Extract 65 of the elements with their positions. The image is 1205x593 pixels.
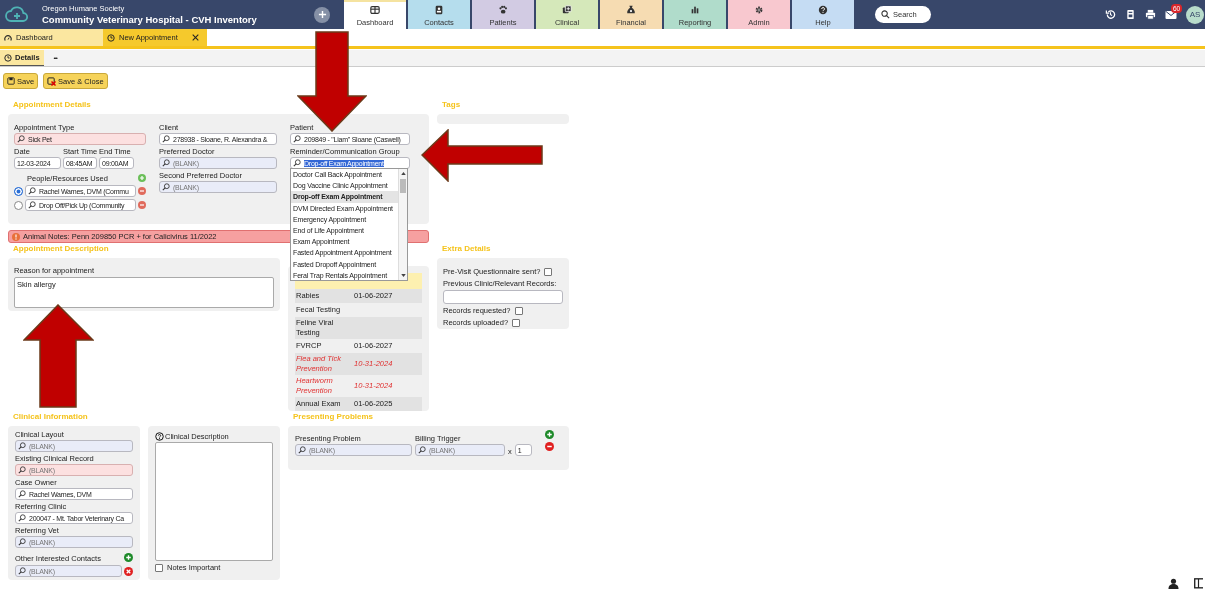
input-field[interactable] [443, 290, 563, 304]
section-heading: Appointment Description [13, 243, 110, 254]
search-icon [28, 201, 36, 209]
window-icon [370, 4, 380, 15]
search-icon [18, 466, 26, 474]
clinical-icon [562, 4, 572, 15]
remove-icon[interactable] [124, 566, 133, 576]
gauge-icon [4, 33, 12, 42]
floppy-disk-cross-icon [47, 76, 57, 86]
money-bag-icon [626, 4, 636, 15]
section-heading: Presenting Problems [293, 411, 375, 422]
scrollbar[interactable] [398, 169, 407, 280]
cloud-logo-icon [5, 5, 29, 24]
search-icon [418, 446, 426, 454]
clock-icon [4, 53, 12, 62]
warning-icon [12, 232, 20, 241]
search-icon [18, 567, 26, 575]
search-icon [293, 135, 301, 143]
section-heading: Extra Details [442, 243, 492, 254]
section-heading: Tags [442, 99, 462, 110]
section-heading: Appointment Details [13, 99, 92, 110]
search-icon [298, 446, 306, 454]
clock-icon [107, 33, 115, 42]
search-icon [18, 442, 26, 450]
print-icon[interactable] [1145, 9, 1156, 20]
checkbox[interactable] [544, 268, 553, 276]
section-heading: Clinical Information [13, 411, 89, 422]
bar-chart-icon [690, 4, 700, 15]
user-avatar[interactable]: AS [1186, 5, 1204, 24]
checkbox[interactable] [514, 307, 523, 315]
gear-icon [754, 4, 764, 15]
search-icon [17, 135, 25, 143]
radio-button[interactable] [14, 186, 23, 196]
search-icon [881, 10, 890, 19]
checkbox[interactable] [512, 319, 521, 327]
add-icon[interactable] [124, 553, 133, 562]
scroll-up-icon[interactable] [400, 172, 406, 175]
scroll-down-icon[interactable] [400, 274, 406, 277]
search-icon [162, 159, 170, 167]
radio-button[interactable] [14, 200, 23, 210]
add-icon[interactable] [544, 430, 554, 439]
search-icon [28, 187, 36, 195]
app-title: Community Veterinary Hospital - CVH Inventory [42, 14, 258, 25]
person-icon[interactable] [1168, 578, 1179, 589]
close-icon[interactable] [192, 34, 199, 41]
plus-icon [317, 10, 327, 19]
checkbox[interactable] [155, 564, 163, 572]
help-icon [818, 4, 828, 15]
search-icon [18, 538, 26, 546]
scroll-thumb[interactable] [400, 178, 406, 193]
paw-icon [498, 4, 508, 15]
contact-card-icon [434, 4, 444, 15]
document-icon[interactable] [1125, 9, 1136, 20]
panel-icon[interactable] [1194, 578, 1203, 589]
search-icon [18, 490, 26, 498]
history-icon[interactable] [1105, 9, 1116, 20]
add-button[interactable] [314, 6, 330, 23]
search-icon [162, 183, 170, 191]
search-icon [18, 514, 26, 522]
remove-icon[interactable] [138, 187, 146, 195]
search-icon [162, 135, 170, 143]
help-icon[interactable] [155, 431, 164, 441]
remove-icon[interactable] [138, 201, 146, 209]
search-icon [293, 159, 301, 167]
remove-icon[interactable] [544, 442, 554, 451]
